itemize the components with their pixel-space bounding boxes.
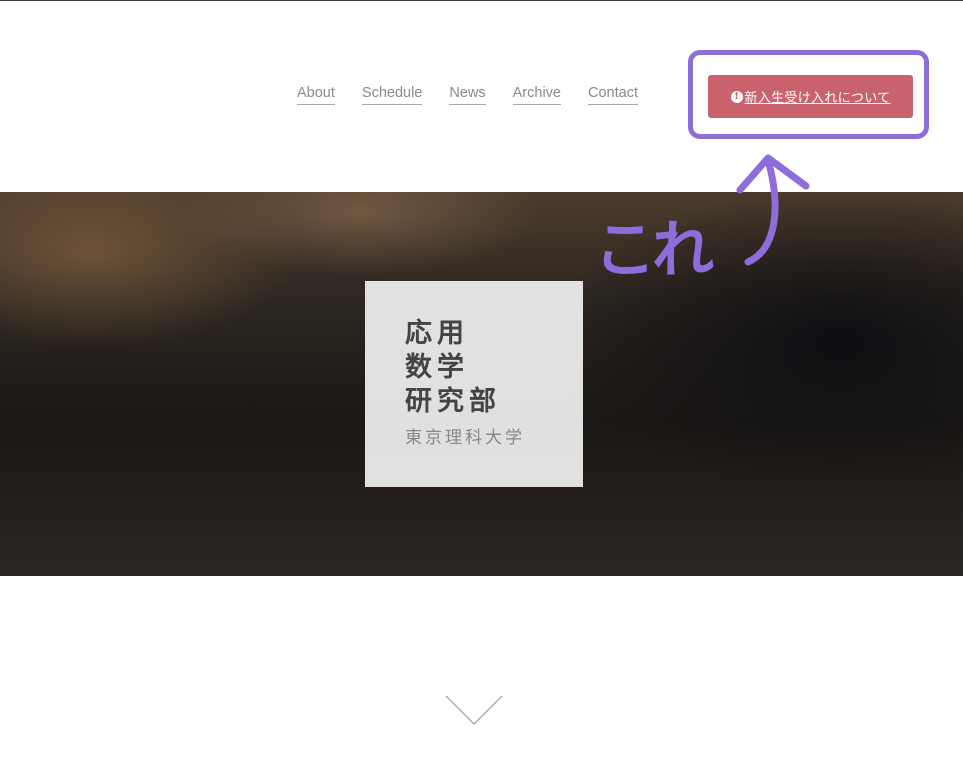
nav-contact[interactable]: Contact bbox=[588, 84, 638, 105]
nav-schedule[interactable]: Schedule bbox=[361, 84, 423, 105]
title-line-2: 数学 bbox=[405, 352, 469, 383]
nav-about[interactable]: About bbox=[297, 84, 335, 105]
exclamation-circle-icon: ! bbox=[730, 90, 743, 103]
annotation-text: これ bbox=[594, 213, 714, 286]
university-name: 東京理科大学 bbox=[405, 428, 525, 448]
chevron-down-icon[interactable] bbox=[445, 695, 503, 725]
nav-news[interactable]: News bbox=[449, 84, 486, 105]
nav-archive[interactable]: Archive bbox=[512, 84, 561, 105]
annotation-arrow-icon bbox=[736, 154, 810, 266]
top-rule bbox=[0, 0, 963, 1]
title-card: 応用 数学 研究部 東京理科大学 bbox=[365, 281, 583, 487]
new-member-info-button[interactable]: ! 新入生受け入れについて bbox=[708, 75, 913, 118]
title-line-1: 応用 bbox=[405, 318, 469, 349]
main-nav: About Schedule News Archive Contact bbox=[297, 84, 638, 105]
new-member-info-label: 新入生受け入れについて bbox=[744, 91, 891, 106]
title-line-3: 研究部 bbox=[405, 386, 501, 417]
